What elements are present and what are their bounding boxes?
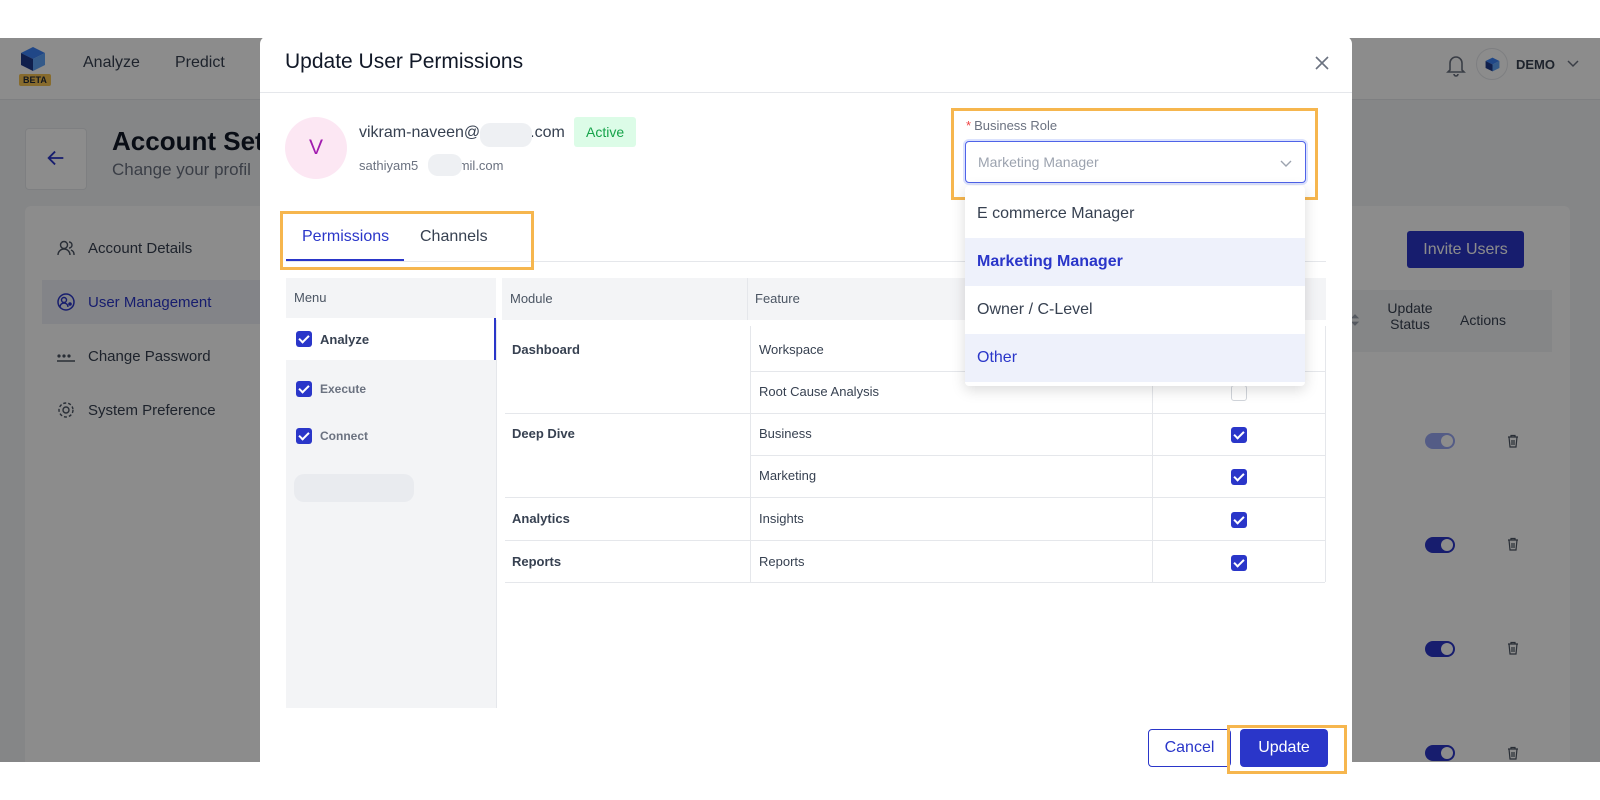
cancel-button[interactable]: Cancel	[1148, 729, 1231, 767]
business-role-dropdown: E commerce Manager Marketing Manager Own…	[965, 186, 1305, 386]
module-cell: Reports	[512, 554, 562, 569]
redaction-blur	[428, 154, 462, 176]
checkbox[interactable]	[296, 428, 312, 444]
divider	[260, 92, 1352, 93]
status-badge: Active	[574, 117, 637, 147]
checkbox[interactable]	[1231, 469, 1247, 485]
divider	[505, 413, 1325, 414]
menu-item-label: Analyze	[320, 331, 370, 347]
feature-cell: Reports	[759, 554, 805, 569]
checkbox[interactable]	[1231, 512, 1247, 528]
checkbox[interactable]	[296, 381, 312, 397]
checkbox[interactable]	[1231, 427, 1247, 443]
secondary-email-start: sathiyam5	[359, 158, 419, 173]
feature-cell: Root Cause Analysis	[759, 384, 879, 399]
menu-item-analyze[interactable]: Analyze	[286, 318, 496, 360]
menu-list: Menu Analyze Execute Connect	[286, 278, 496, 708]
module-cell: Analytics	[512, 511, 570, 526]
menu-item-label: Execute	[320, 382, 367, 396]
dropdown-option-other[interactable]: Other	[965, 334, 1305, 382]
dropdown-option-ecommerce-manager[interactable]: E commerce Manager	[965, 190, 1305, 238]
divider	[747, 278, 748, 320]
divider	[505, 497, 1325, 498]
menu-item-execute[interactable]: Execute	[286, 368, 496, 410]
user-email-start: vikram-naveen@s	[359, 124, 489, 141]
checkbox[interactable]	[1231, 555, 1247, 571]
menu-header: Menu	[294, 290, 327, 305]
checkbox[interactable]	[296, 331, 312, 347]
user-avatar: V	[285, 117, 347, 179]
divider	[1325, 326, 1326, 582]
dropdown-option-owner-c-level[interactable]: Owner / C-Level	[965, 286, 1305, 334]
divider	[496, 320, 497, 708]
divider	[505, 540, 1325, 541]
update-permissions-modal: Update User Permissions V vikram-naveen@…	[260, 36, 1352, 798]
module-cell: Dashboard	[512, 342, 580, 357]
redaction-blur	[480, 123, 532, 147]
menu-item-connect[interactable]: Connect	[286, 415, 496, 457]
divider	[750, 326, 751, 582]
menu-item-label: Connect	[320, 429, 368, 443]
modal-title: Update User Permissions	[285, 50, 524, 73]
feature-cell: Marketing	[759, 468, 817, 483]
checkbox[interactable]	[1231, 385, 1247, 401]
dropdown-option-marketing-manager[interactable]: Marketing Manager	[965, 238, 1305, 286]
feature-cell: Insights	[759, 511, 804, 526]
divider	[505, 582, 1325, 583]
user-email: vikram-naveen@s .com	[359, 124, 565, 142]
update-highlight-box	[1227, 725, 1347, 774]
column-header-feature: Feature	[755, 291, 800, 306]
module-cell: Deep Dive	[512, 426, 575, 441]
feature-cell: Business	[759, 426, 812, 441]
user-email-end: .com	[530, 124, 565, 141]
feature-cell: Workspace	[759, 342, 824, 357]
tabs-highlight-box	[280, 211, 534, 270]
redaction-blur	[294, 474, 414, 502]
close-icon[interactable]	[1312, 53, 1332, 73]
column-header-module: Module	[510, 291, 553, 306]
divider	[750, 455, 1325, 456]
